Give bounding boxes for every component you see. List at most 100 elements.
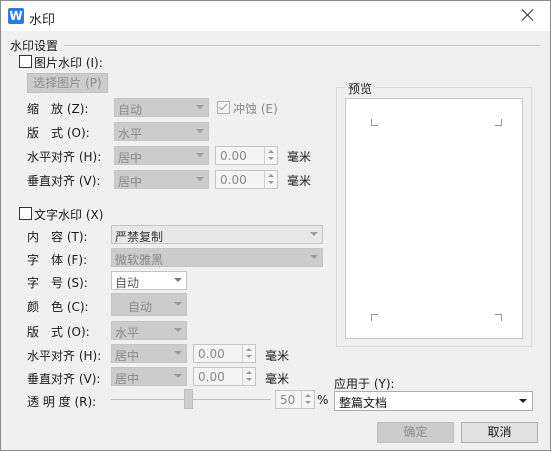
picture-layout-select[interactable]: 水平 bbox=[114, 122, 209, 141]
wps-logo-icon: W bbox=[8, 8, 24, 24]
chevron-down-icon bbox=[310, 232, 318, 236]
color-value: 自动 bbox=[128, 300, 153, 314]
ok-button[interactable]: 确定 bbox=[377, 422, 454, 443]
font-label: 字 体 (F): bbox=[27, 253, 88, 267]
text-v-align-value: 居中 bbox=[115, 372, 140, 386]
title-bar: W 水印 bbox=[1, 1, 550, 31]
scale-select[interactable]: 自动 bbox=[114, 98, 209, 117]
chevron-down-icon bbox=[174, 302, 182, 306]
color-label: 颜 色 (C): bbox=[27, 300, 89, 314]
transparency-slider-thumb[interactable] bbox=[184, 389, 193, 409]
spin-down-icon[interactable] bbox=[246, 355, 252, 358]
picture-v-offset-value: 0.00 bbox=[220, 173, 247, 187]
text-h-align-label: 水平对齐 (H): bbox=[27, 349, 102, 363]
close-icon[interactable] bbox=[519, 6, 537, 24]
text-v-align-label: 垂直对齐 (V): bbox=[27, 372, 101, 386]
watermark-dialog: W 水印 水印设置 图片水印 (I): 选择图片 (P) 缩 放 (Z): 自动… bbox=[0, 0, 551, 451]
picture-h-align-value: 居中 bbox=[118, 151, 143, 165]
preview-page bbox=[345, 98, 523, 339]
font-select[interactable]: 微软雅黑 bbox=[111, 248, 323, 267]
picture-h-align-select[interactable]: 居中 bbox=[114, 146, 209, 165]
text-v-unit: 毫米 bbox=[265, 372, 290, 386]
chevron-down-icon bbox=[196, 105, 204, 109]
picture-h-align-label: 水平对齐 (H): bbox=[27, 150, 102, 164]
picture-layout-label: 版 式 (O): bbox=[27, 126, 90, 140]
content-value: 严禁复制 bbox=[115, 230, 164, 244]
cancel-button[interactable]: 取消 bbox=[461, 422, 538, 443]
crop-mark-top-left bbox=[371, 119, 378, 126]
transparency-spinner[interactable]: 50 bbox=[275, 390, 315, 409]
preview-label: 预览 bbox=[346, 80, 375, 97]
chevron-down-icon bbox=[310, 255, 318, 259]
picture-h-offset-spinner[interactable]: 0.00 bbox=[215, 146, 278, 165]
chevron-down-icon bbox=[196, 129, 204, 133]
text-watermark-checkbox[interactable] bbox=[19, 207, 32, 220]
font-value: 微软雅黑 bbox=[115, 253, 164, 267]
picture-h-unit: 毫米 bbox=[287, 150, 312, 164]
text-watermark-label: 文字水印 (X) bbox=[34, 208, 104, 222]
picture-v-align-select[interactable]: 居中 bbox=[114, 170, 209, 189]
spin-up-icon[interactable] bbox=[268, 150, 274, 153]
spinner-buttons[interactable] bbox=[301, 391, 314, 408]
picture-watermark-label: 图片水印 (I): bbox=[34, 56, 103, 70]
spin-up-icon[interactable] bbox=[305, 394, 311, 397]
chevron-down-icon bbox=[196, 153, 204, 157]
text-h-offset-spinner[interactable]: 0.00 bbox=[193, 344, 256, 363]
spin-down-icon[interactable] bbox=[268, 181, 274, 184]
select-picture-button[interactable]: 选择图片 (P) bbox=[27, 73, 108, 93]
transparency-value: 50 bbox=[280, 393, 296, 407]
apply-to-label: 应用于 (Y): bbox=[334, 377, 395, 391]
size-value: 自动 bbox=[115, 276, 140, 290]
spin-down-icon[interactable] bbox=[268, 157, 274, 160]
content-input[interactable]: 严禁复制 bbox=[111, 225, 323, 244]
window-title: 水印 bbox=[29, 13, 56, 28]
picture-v-align-value: 居中 bbox=[118, 175, 143, 189]
spinner-buttons[interactable] bbox=[242, 368, 255, 385]
picture-h-offset-value: 0.00 bbox=[220, 149, 247, 163]
apply-to-value: 整篇文档 bbox=[339, 396, 388, 410]
content-label: 内 容 (T): bbox=[27, 230, 88, 244]
spin-down-icon[interactable] bbox=[305, 401, 311, 404]
chevron-down-icon bbox=[174, 278, 182, 282]
picture-v-unit: 毫米 bbox=[287, 174, 312, 188]
text-layout-value: 水平 bbox=[115, 326, 140, 340]
chevron-down-icon bbox=[174, 328, 182, 332]
spin-up-icon[interactable] bbox=[246, 371, 252, 374]
picture-v-offset-spinner[interactable]: 0.00 bbox=[215, 170, 278, 189]
spin-up-icon[interactable] bbox=[268, 174, 274, 177]
text-v-offset-spinner[interactable]: 0.00 bbox=[193, 367, 256, 386]
chevron-down-icon bbox=[519, 399, 527, 403]
chevron-down-icon bbox=[174, 351, 182, 355]
spinner-buttons[interactable] bbox=[242, 345, 255, 362]
size-label: 字 号 (S): bbox=[27, 276, 88, 290]
text-layout-select[interactable]: 水平 bbox=[111, 321, 187, 340]
text-h-offset-value: 0.00 bbox=[198, 347, 225, 361]
washout-checkbox[interactable] bbox=[217, 101, 230, 114]
text-v-align-select[interactable]: 居中 bbox=[111, 367, 187, 386]
crop-mark-bottom-left bbox=[371, 314, 378, 321]
text-h-align-select[interactable]: 居中 bbox=[111, 344, 187, 363]
section-divider bbox=[64, 45, 540, 46]
spinner-buttons[interactable] bbox=[264, 171, 277, 188]
transparency-label: 透 明 度 (R): bbox=[27, 395, 97, 409]
color-select[interactable]: 自动 bbox=[111, 293, 187, 316]
picture-v-align-label: 垂直对齐 (V): bbox=[27, 174, 101, 188]
chevron-down-icon bbox=[196, 177, 204, 181]
apply-to-select[interactable]: 整篇文档 bbox=[334, 391, 533, 411]
text-h-align-value: 居中 bbox=[115, 349, 140, 363]
spinner-buttons[interactable] bbox=[264, 147, 277, 164]
crop-mark-bottom-right bbox=[495, 314, 502, 321]
spin-down-icon[interactable] bbox=[246, 378, 252, 381]
text-h-unit: 毫米 bbox=[265, 349, 290, 363]
text-v-offset-value: 0.00 bbox=[198, 370, 225, 384]
section-title: 水印设置 bbox=[10, 39, 59, 53]
picture-layout-value: 水平 bbox=[118, 127, 143, 141]
picture-watermark-checkbox[interactable] bbox=[19, 55, 32, 68]
washout-label: 冲蚀 (E) bbox=[233, 102, 278, 116]
scale-value: 自动 bbox=[118, 103, 143, 117]
spin-up-icon[interactable] bbox=[246, 348, 252, 351]
chevron-down-icon bbox=[174, 374, 182, 378]
size-select[interactable]: 自动 bbox=[111, 271, 187, 290]
transparency-unit: % bbox=[317, 393, 329, 407]
scale-label: 缩 放 (Z): bbox=[27, 102, 89, 116]
